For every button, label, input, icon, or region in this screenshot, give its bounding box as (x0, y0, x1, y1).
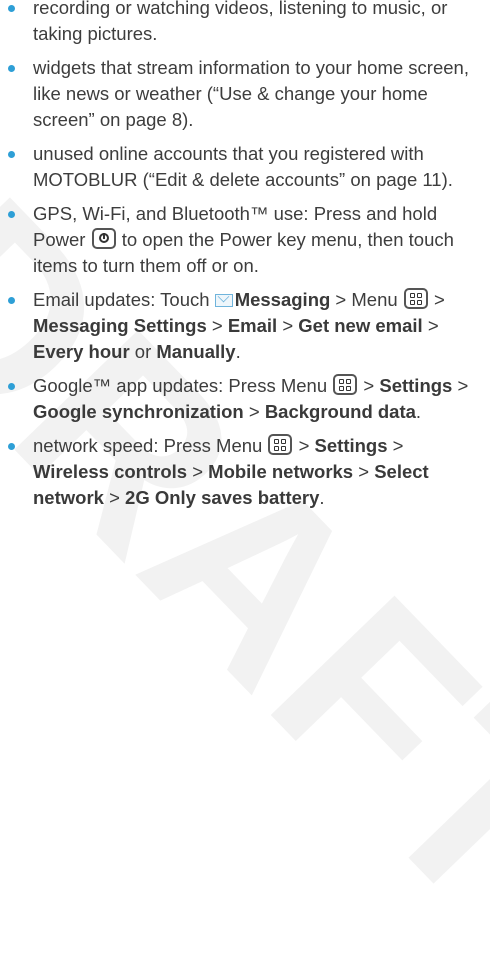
bold-menu-term: Get new email (298, 315, 423, 336)
item-text: or (129, 341, 157, 362)
item-text: widgets that stream information to your … (33, 57, 469, 130)
list-item: Email updates: Touch Messaging > Menu > … (0, 287, 490, 365)
bullet-dot (8, 443, 15, 450)
menu-key-icon (403, 288, 428, 309)
bullet-dot (8, 151, 15, 158)
bullet-dot (8, 65, 15, 72)
item-text: > (206, 315, 228, 336)
item-text: unused online accounts that you register… (33, 143, 453, 190)
item-text: > (428, 289, 445, 310)
bold-menu-term: Settings (314, 435, 388, 456)
bullet-dot (8, 383, 15, 390)
battery-tips-list: recording or watching videos, listening … (0, 0, 490, 511)
item-text: Email updates: Touch (33, 289, 215, 310)
item-text: . (319, 487, 325, 508)
item-text: > (187, 461, 209, 482)
item-text: . (235, 341, 241, 362)
list-item: recording or watching videos, listening … (0, 0, 490, 47)
item-text: . (415, 401, 422, 422)
bold-menu-term: Google synchronization (33, 401, 244, 422)
bold-menu-term: 2G Only saves battery (125, 487, 320, 508)
bullet-dot (8, 211, 15, 218)
menu-key-icon (333, 374, 358, 395)
bold-menu-term: Background data (264, 401, 416, 422)
item-text: > (103, 487, 126, 508)
list-item: unused online accounts that you register… (0, 141, 490, 193)
bold-menu-term: Wireless controls (33, 461, 188, 482)
item-text: > Menu (330, 289, 403, 310)
power-key-icon (91, 228, 116, 249)
item-text: > (243, 401, 265, 422)
item-text: > (358, 375, 380, 396)
item-text: > (387, 435, 404, 456)
item-text: > (277, 315, 299, 336)
item-text: > (353, 461, 375, 482)
item-text: Google™ app updates: Press Menu (33, 375, 333, 396)
list-item: Google™ app updates: Press Menu > Settin… (0, 373, 490, 425)
bold-menu-term: Manually (156, 341, 236, 362)
item-text: > (293, 435, 315, 456)
list-item: widgets that stream information to your … (0, 55, 490, 133)
list-item: network speed: Press Menu > Settings > W… (0, 433, 490, 511)
item-text: recording or watching videos, listening … (33, 0, 448, 44)
item-text: > (452, 375, 469, 396)
bold-menu-term: Settings (379, 375, 453, 396)
bullet-dot (8, 5, 15, 12)
item-text: network speed: Press Menu (33, 435, 268, 456)
bold-menu-term: Every hour (33, 341, 130, 362)
bold-menu-term: Email (227, 315, 278, 336)
list-item: GPS, Wi-Fi, and Bluetooth™ use: Press an… (0, 201, 490, 279)
bold-menu-term: Messaging Settings (33, 315, 207, 336)
bold-menu-term: Messaging (234, 289, 331, 310)
bullet-dot (8, 297, 15, 304)
bold-menu-term: Mobile networks (208, 461, 354, 482)
menu-key-icon (268, 434, 293, 455)
item-text: > (422, 315, 439, 336)
messaging-envelope-icon (214, 294, 233, 307)
